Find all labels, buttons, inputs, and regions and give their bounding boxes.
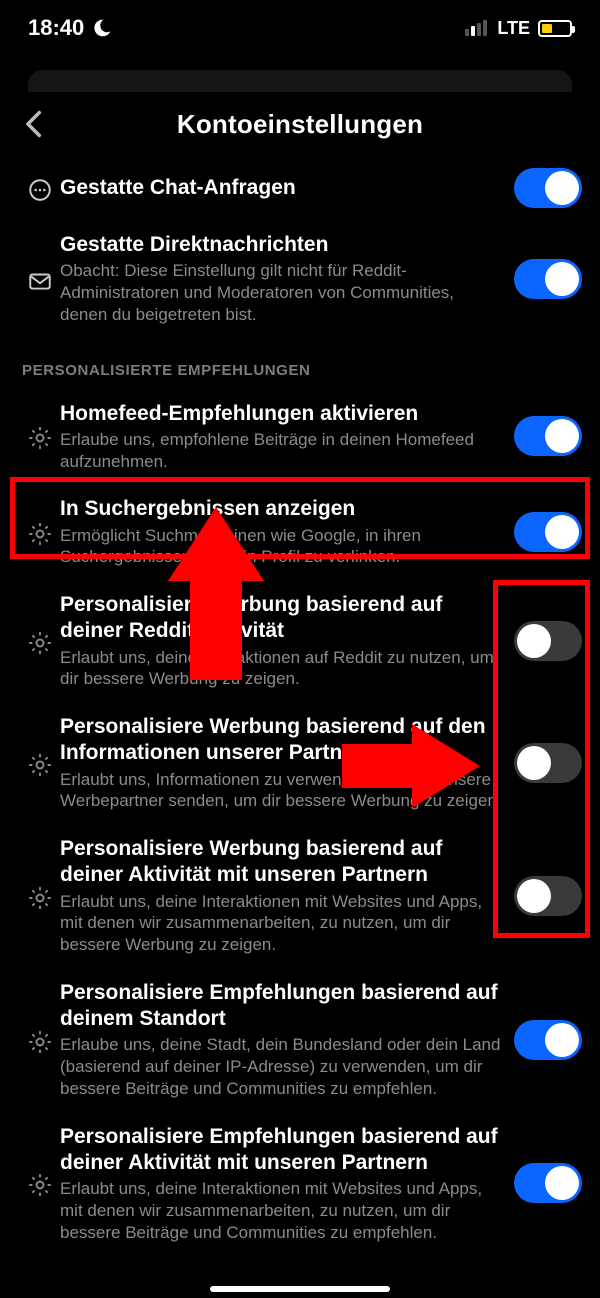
chat-icon <box>27 177 53 203</box>
network-label: LTE <box>497 18 530 39</box>
do-not-disturb-icon <box>92 18 112 38</box>
annotation-arrow-up-icon <box>168 507 264 581</box>
status-time: 18:40 <box>28 15 84 41</box>
toggle-direct-messages[interactable] <box>514 259 582 299</box>
row-recs-location[interactable]: Personalisiere Empfehlungen basierend au… <box>0 968 600 1112</box>
row-title: Homefeed-Empfehlungen aktivieren <box>60 401 504 427</box>
row-homefeed-recs[interactable]: Homefeed-Empfehlungen aktivieren Erlaube… <box>0 389 600 485</box>
gear-icon <box>27 752 53 778</box>
row-subtitle: Erlaubt uns, deine Interaktionen mit Web… <box>60 891 504 956</box>
row-subtitle: Ermöglicht Suchmaschinen wie Google, in … <box>60 525 504 569</box>
row-title: Personalisiere Werbung basierend auf dei… <box>60 836 504 889</box>
row-subtitle: Erlaubt uns, deine Interaktionen auf Red… <box>60 647 504 691</box>
row-subtitle: Erlaubt uns, deine Interaktionen mit Web… <box>60 1178 504 1243</box>
row-chat-requests[interactable]: Gestatte Chat-Anfragen <box>0 156 600 220</box>
row-ads-partner-activity[interactable]: Personalisiere Werbung basierend auf dei… <box>0 824 600 968</box>
toggle-recs-partner-activity[interactable] <box>514 1163 582 1203</box>
toggle-chat-requests[interactable] <box>514 168 582 208</box>
title-bar: Kontoeinstellungen <box>0 92 600 156</box>
row-title: Personalisiere Empfehlungen basierend au… <box>60 980 504 1033</box>
mail-icon <box>27 268 53 294</box>
row-subtitle: Obacht: Diese Einstellung gilt nicht für… <box>60 260 504 325</box>
home-indicator[interactable] <box>210 1286 390 1292</box>
row-title: Personalisiere Werbung basierend auf dei… <box>60 592 504 645</box>
row-recs-partner-activity[interactable]: Personalisiere Empfehlungen basierend au… <box>0 1112 600 1256</box>
gear-icon <box>27 1172 53 1198</box>
gear-icon <box>27 425 53 451</box>
row-title: Gestatte Direktnachrichten <box>60 232 504 258</box>
row-ads-reddit-activity[interactable]: Personalisiere Werbung basierend auf dei… <box>0 580 600 702</box>
toggle-homefeed-recs[interactable] <box>514 416 582 456</box>
gear-icon <box>27 521 53 547</box>
row-show-in-search[interactable]: In Suchergebnissen anzeigen Ermöglicht S… <box>0 484 600 580</box>
row-subtitle: Erlaube uns, deine Stadt, dein Bundeslan… <box>60 1034 504 1099</box>
row-subtitle: Erlaube uns, empfohlene Beiträge in dein… <box>60 429 504 473</box>
row-title: Gestatte Chat-Anfragen <box>60 175 504 201</box>
gear-icon <box>27 1029 53 1055</box>
section-header-personal: PERSONALISIERTE EMPFEHLUNGEN <box>0 338 600 389</box>
annotation-arrow-right-icon <box>412 724 480 808</box>
gear-icon <box>27 885 53 911</box>
row-title: Personalisiere Empfehlungen basierend au… <box>60 1124 504 1177</box>
page-title: Kontoeinstellungen <box>0 109 600 140</box>
battery-icon <box>538 20 572 37</box>
toggle-show-in-search[interactable] <box>514 512 582 552</box>
toggle-recs-location[interactable] <box>514 1020 582 1060</box>
row-title: In Suchergebnissen anzeigen <box>60 496 504 522</box>
toggle-ads-partner-info[interactable] <box>514 743 582 783</box>
row-direct-messages[interactable]: Gestatte Direktnachrichten Obacht: Diese… <box>0 220 600 338</box>
status-bar: 18:40 LTE <box>0 0 600 56</box>
sheet-background-stub <box>28 70 572 92</box>
signal-icon <box>465 20 487 36</box>
gear-icon <box>27 630 53 656</box>
row-ads-partner-info[interactable]: Personalisiere Werbung basierend auf den… <box>0 702 600 824</box>
toggle-ads-reddit-activity[interactable] <box>514 621 582 661</box>
toggle-ads-partner-activity[interactable] <box>514 876 582 916</box>
